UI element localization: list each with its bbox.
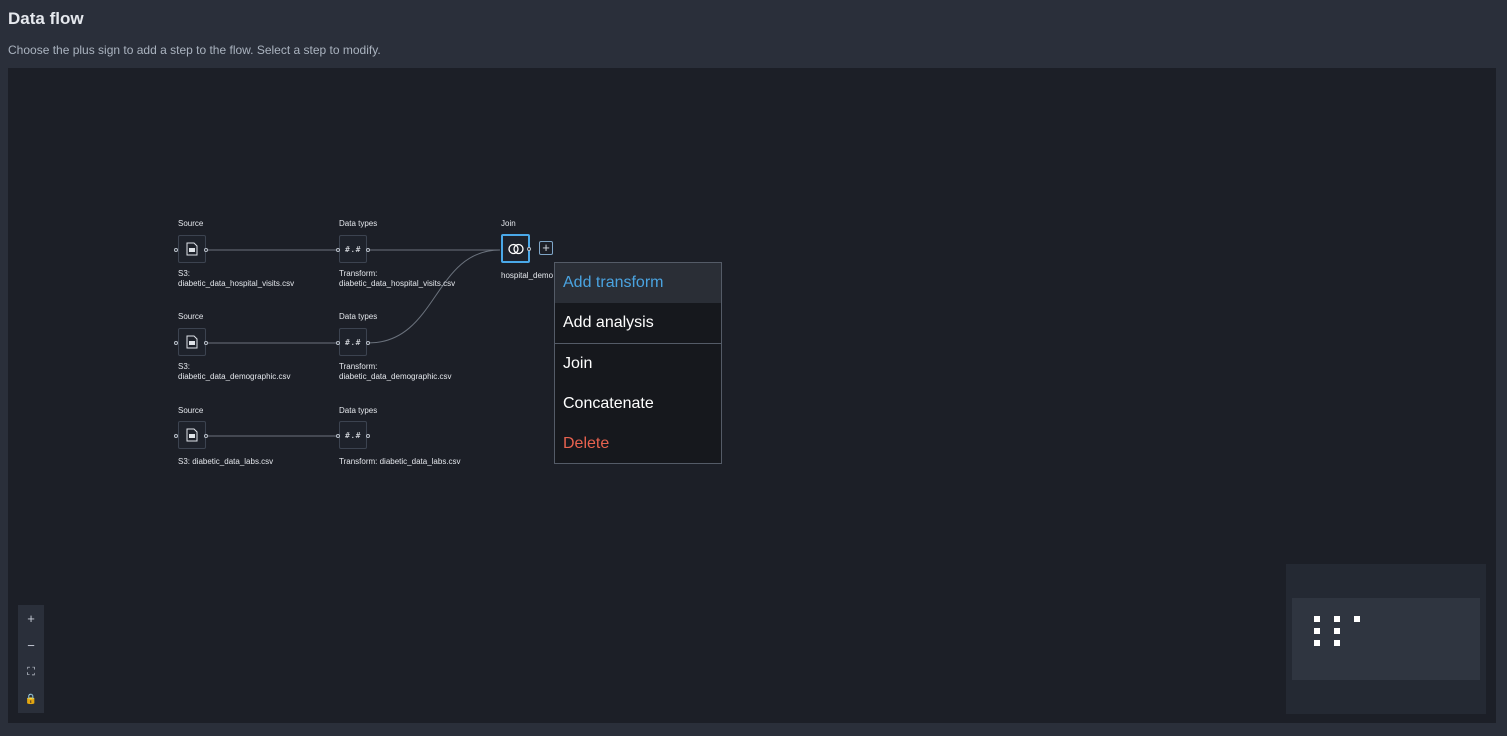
source-node-2-caption: S3: diabetic_data_demographic.csv [178, 362, 291, 382]
menu-item-add-analysis[interactable]: Add analysis [555, 303, 721, 343]
minimap-node [1314, 640, 1320, 646]
file-icon [186, 242, 198, 256]
source-node-3-caption: S3: diabetic_data_labs.csv [178, 457, 274, 466]
dtype-node-2-out-port[interactable] [366, 341, 370, 345]
dtype-node-1-caption: Transform: diabetic_data_hospital_visits… [339, 269, 455, 289]
caption-line: S3: [178, 269, 191, 278]
join-node-out-port[interactable] [527, 247, 531, 251]
page-title: Data flow [8, 9, 84, 28]
dtype-node-2[interactable]: #.# [339, 328, 367, 356]
source-node-1-header: Source [178, 219, 204, 228]
source-node-2[interactable] [178, 328, 206, 356]
dtype-node-2-header: Data types [339, 312, 378, 321]
source-node-1-caption: S3: diabetic_data_hospital_visits.csv [178, 269, 294, 289]
join-node-header: Join [501, 219, 516, 228]
file-icon [186, 335, 198, 349]
dtype-node-3-caption: Transform: diabetic_data_labs.csv [339, 457, 461, 466]
minimap-node [1334, 628, 1340, 634]
source-node-1[interactable] [178, 235, 206, 263]
step-context-menu: Add transform Add analysis Join Concaten… [554, 262, 722, 464]
caption-line: Transform: [339, 269, 378, 278]
caption-line: diabetic_data_demographic.csv [339, 372, 452, 381]
caption-line: diabetic_data_hospital_visits.csv [178, 279, 295, 288]
caption-line: Transform: [339, 362, 378, 371]
dtype-node-2-caption: Transform: diabetic_data_demographic.csv [339, 362, 452, 382]
join-node[interactable] [501, 234, 530, 263]
dtype-node-3-out-port[interactable] [366, 434, 370, 438]
menu-item-concatenate[interactable]: Concatenate [555, 384, 721, 424]
menu-item-join[interactable]: Join [555, 344, 721, 384]
minimap-node [1334, 616, 1340, 622]
flow-canvas[interactable]: Source S3: diabetic_data_hospital_visits… [8, 68, 1496, 723]
minimap-node [1334, 640, 1340, 646]
dtype-node-1-header: Data types [339, 219, 378, 228]
dtype-node-3-in-port[interactable] [336, 434, 340, 438]
zoom-out-icon[interactable]: − [18, 632, 44, 659]
source-node-2-in-port[interactable] [174, 341, 178, 345]
data-types-icon: #.# [345, 337, 361, 347]
fit-view-icon[interactable]: ⛶ [18, 659, 44, 686]
data-types-icon: #.# [345, 430, 361, 440]
join-icon [507, 243, 524, 254]
caption-line: S3: [178, 362, 191, 371]
data-types-icon: #.# [345, 244, 361, 254]
zoom-in-icon[interactable]: + [18, 605, 44, 632]
flow-edges [206, 249, 501, 437]
minimap-node [1314, 628, 1320, 634]
dtype-node-1-in-port[interactable] [336, 248, 340, 252]
source-node-3-out-port[interactable] [204, 434, 208, 438]
dtype-node-2-in-port[interactable] [336, 341, 340, 345]
source-node-1-in-port[interactable] [174, 248, 178, 252]
minimap-viewport[interactable] [1292, 598, 1480, 680]
join-node-caption: hospital_demo [501, 271, 554, 280]
dtype-node-1[interactable]: #.# [339, 235, 367, 263]
add-step-button[interactable]: + [539, 241, 553, 255]
caption-line: diabetic_data_hospital_visits.csv [339, 279, 456, 288]
minimap-node [1354, 616, 1360, 622]
source-node-3-header: Source [178, 406, 204, 415]
menu-item-add-transform[interactable]: Add transform [555, 263, 721, 303]
menu-item-delete[interactable]: Delete [555, 424, 721, 464]
minimap-node [1314, 616, 1320, 622]
edge-dtype2-join [367, 249, 501, 344]
dtype-node-1-out-port[interactable] [366, 248, 370, 252]
caption-line: diabetic_data_demographic.csv [178, 372, 291, 381]
source-node-2-header: Source [178, 312, 204, 321]
page-subtitle: Choose the plus sign to add a step to th… [8, 43, 381, 57]
source-node-1-out-port[interactable] [204, 248, 208, 252]
file-icon [186, 428, 198, 442]
dtype-node-3-header: Data types [339, 406, 378, 415]
source-node-3[interactable] [178, 421, 206, 449]
source-node-2-out-port[interactable] [204, 341, 208, 345]
minimap[interactable] [1286, 564, 1486, 714]
dtype-node-3[interactable]: #.# [339, 421, 367, 449]
lock-icon[interactable]: 🔒 [18, 686, 44, 713]
source-node-3-in-port[interactable] [174, 434, 178, 438]
zoom-controls: + − ⛶ 🔒 [18, 605, 44, 713]
